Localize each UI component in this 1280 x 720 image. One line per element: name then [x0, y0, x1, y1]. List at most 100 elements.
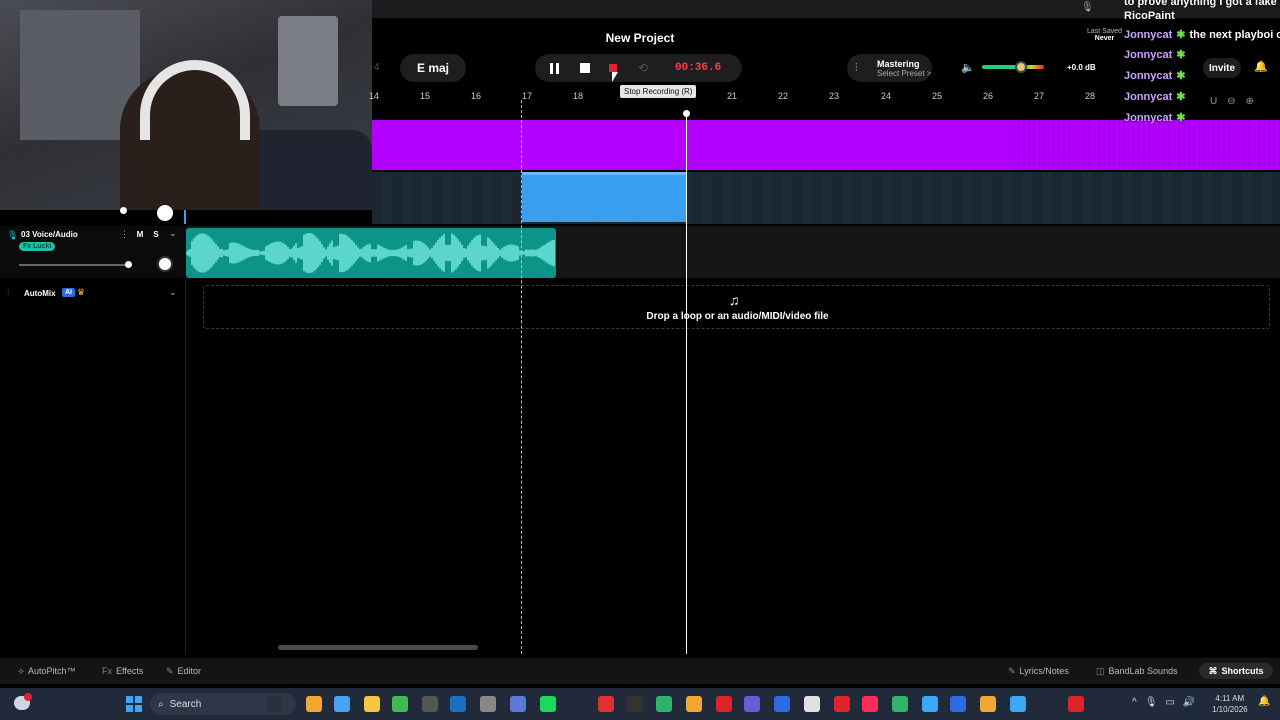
search-label: Search	[169, 698, 202, 710]
chat-username: Jonnycat	[1124, 49, 1173, 61]
ruler-tick-label: 28	[1084, 91, 1096, 101]
taskbar-app-icon[interactable]	[480, 696, 496, 712]
stream-chat-overlay: to prove anything I got a fake p RicoPain…	[1124, 0, 1280, 130]
track-lane-2[interactable]	[372, 172, 1280, 224]
notification-bell-icon[interactable]: 🔔	[1258, 696, 1270, 707]
mute-button[interactable]: M	[135, 230, 145, 239]
taskbar-app-icon[interactable]	[804, 696, 820, 712]
taskbar-app-icon[interactable]	[598, 696, 614, 712]
ruler-tick-label: 16	[470, 91, 482, 101]
taskbar-app-icon[interactable]	[744, 696, 760, 712]
waveform	[186, 232, 555, 274]
ruler-tick-label: 27	[1033, 91, 1045, 101]
taskbar-app-icon[interactable]	[1068, 696, 1084, 712]
pause-icon[interactable]	[546, 60, 562, 76]
taskbar-app-icon[interactable]	[334, 696, 350, 712]
taskbar-app-icon[interactable]	[950, 696, 966, 712]
microphone-icon[interactable]: 🎙	[1081, 2, 1094, 13]
taskbar-clock[interactable]: 4:11 AM 1/10/2026	[1212, 693, 1248, 715]
track-2-pan-knob[interactable]	[157, 205, 173, 221]
mouse-cursor	[612, 72, 618, 82]
track-volume-slider[interactable]	[19, 264, 129, 266]
loop-icon[interactable]: ⟲	[635, 60, 651, 76]
taskbar-app-icon[interactable]	[980, 696, 996, 712]
volume-icon[interactable]: 🔊	[1183, 697, 1203, 708]
taskbar-app-icon[interactable]	[364, 696, 380, 712]
taskbar-app-icon[interactable]	[540, 696, 556, 712]
chevron-down-icon[interactable]: ⌄	[169, 287, 177, 298]
recording-clip[interactable]	[522, 172, 686, 222]
tempo-readout[interactable]: 4	[374, 62, 380, 73]
key-selector[interactable]: E maj	[400, 54, 466, 82]
solo-button[interactable]: S	[151, 230, 161, 239]
project-title[interactable]: New Project	[560, 31, 720, 45]
drop-zone-text: Drop a loop or an audio/MIDI/video file	[646, 311, 829, 322]
microphone-icon[interactable]: 🎙	[1145, 697, 1166, 708]
chat-username: Jonnycat	[1124, 29, 1173, 41]
track-2-volume-knob[interactable]	[120, 207, 127, 214]
lyrics-notes-button[interactable]: ✎ Lyrics/Notes	[1008, 666, 1069, 677]
track-volume-knob[interactable]	[125, 261, 132, 268]
taskbar-app-icon[interactable]	[450, 696, 466, 712]
taskbar-app-icon[interactable]	[922, 696, 938, 712]
pencil-icon: ✎	[166, 666, 174, 676]
autopitch-button[interactable]: ⟡ AutoPitch™	[18, 666, 75, 677]
taskbar-app-icon[interactable]	[834, 696, 850, 712]
music-note-plus-icon: ♫	[729, 292, 740, 308]
taskbar-app-icon[interactable]	[892, 696, 908, 712]
taskbar-app-icon[interactable]	[774, 696, 790, 712]
track-header-voice[interactable]: 🎙 03 Voice/Audio ⋮ M S ⌄ Fx Lucki	[0, 226, 186, 278]
master-volume-slider[interactable]	[982, 65, 1044, 69]
ruler-tick-label: 25	[931, 91, 943, 101]
system-tray[interactable]: ^🎙▭🔊	[1132, 697, 1203, 708]
effects-button[interactable]: Fx Effects	[102, 666, 143, 676]
playhead-handle[interactable]	[683, 110, 690, 117]
mastering-button[interactable]: ⫶ Mastering Select Preset >	[847, 54, 932, 82]
taskbar-app-icon[interactable]	[306, 696, 322, 712]
fx-icon: Fx	[102, 666, 112, 676]
master-volume-knob[interactable]	[1015, 61, 1027, 73]
loop-start-marker[interactable]	[521, 100, 522, 654]
chat-emote-icon: ✱	[1176, 29, 1186, 41]
chat-emote-icon: ✱	[1176, 70, 1186, 82]
chat-emote-icon: ✱	[1176, 112, 1186, 124]
chevron-down-icon[interactable]: ⌄	[169, 228, 177, 239]
stop-recording-tooltip: Stop Recording (R)	[620, 85, 697, 98]
bandlab-sounds-button[interactable]: ◫ BandLab Sounds	[1096, 666, 1178, 677]
taskbar-app-icon[interactable]	[656, 696, 672, 712]
taskbar-app-icon[interactable]	[422, 696, 438, 712]
last-saved-status: Last Saved Never	[1087, 28, 1122, 42]
effects-label: Effects	[116, 666, 144, 676]
horizontal-scrollbar[interactable]	[278, 645, 478, 650]
microphone-icon[interactable]: 🎙	[7, 230, 18, 241]
automix-row[interactable]: ⫶ AutoMix AI ♛ ⌄	[0, 284, 186, 304]
notification-badge	[24, 693, 32, 701]
taskbar-app-icon[interactable]	[686, 696, 702, 712]
taskbar-app-icon[interactable]	[510, 696, 526, 712]
taskbar-app-icon[interactable]	[1010, 696, 1026, 712]
taskbar-app-icon[interactable]	[392, 696, 408, 712]
chevron-up-icon[interactable]: ^	[1132, 697, 1145, 708]
ruler-tick-label: 22	[777, 91, 789, 101]
taskbar-app-icon[interactable]	[266, 696, 282, 712]
more-options-icon[interactable]: ⋮	[120, 229, 129, 240]
playhead[interactable]	[686, 112, 687, 654]
fx-badge[interactable]: Fx Lucki	[19, 242, 56, 251]
taskbar-app-icon[interactable]	[862, 696, 878, 712]
clock-time: 4:11 AM	[1215, 694, 1245, 703]
stop-icon[interactable]	[577, 60, 593, 76]
shortcuts-button[interactable]: ⌘ Shortcuts	[1199, 663, 1273, 679]
speaker-icon[interactable]: 🔈	[961, 61, 975, 74]
taskbar-app-icon[interactable]	[716, 696, 732, 712]
chat-message: Jonnycat ✱	[1124, 69, 1190, 82]
track-name[interactable]: 03 Voice/Audio	[21, 230, 78, 239]
chat-message: RicoPaint	[1124, 10, 1175, 22]
taskbar-app-icon[interactable]	[627, 696, 643, 712]
ruler-tick-label: 24	[880, 91, 892, 101]
track-pan-knob[interactable]	[157, 256, 173, 272]
editor-button[interactable]: ✎ Editor	[166, 666, 201, 677]
windows-start-icon[interactable]	[126, 696, 142, 712]
voice-audio-clip[interactable]	[186, 228, 556, 278]
network-icon[interactable]: ▭	[1165, 697, 1182, 708]
ruler-tick-label: 21	[726, 91, 738, 101]
